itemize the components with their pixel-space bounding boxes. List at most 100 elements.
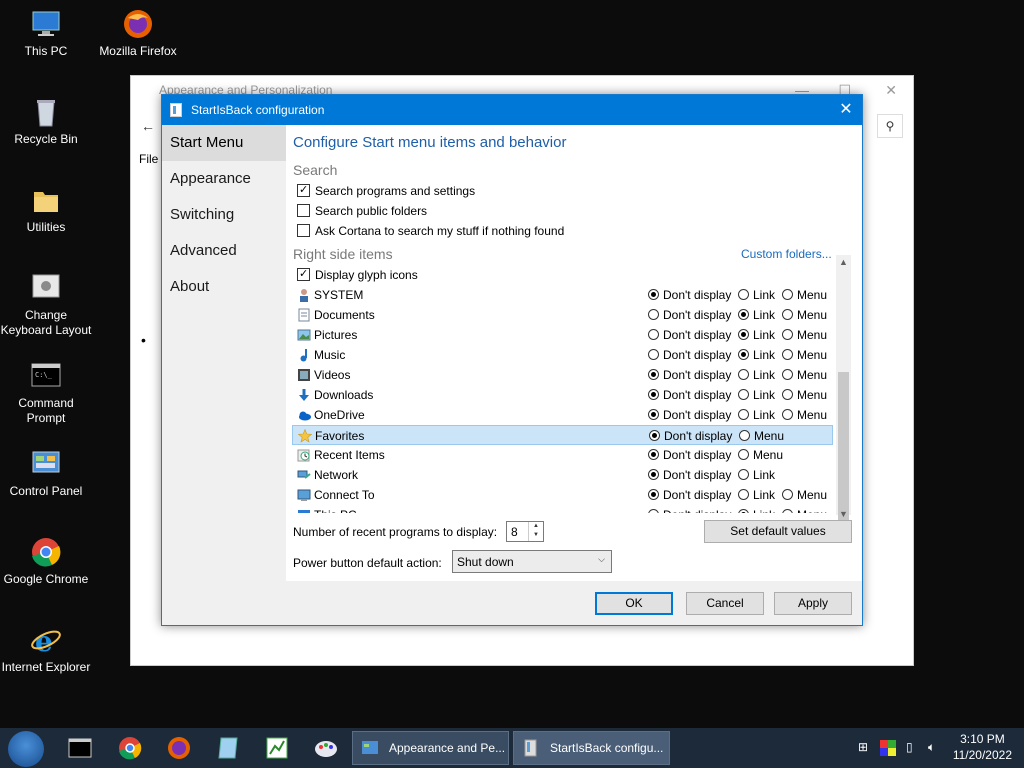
task-appearance[interactable]: Appearance and Pe... <box>352 731 509 765</box>
volume-muted-icon[interactable]: 🔈︎ <box>928 740 935 755</box>
radio-button[interactable] <box>648 489 659 500</box>
radio-button[interactable] <box>782 489 793 500</box>
chart-app-icon[interactable] <box>265 736 289 760</box>
nav-switching[interactable]: Switching <box>162 197 286 233</box>
close-button[interactable]: ✕ <box>830 95 862 125</box>
radio-button[interactable] <box>648 389 659 400</box>
checkbox[interactable] <box>297 204 310 217</box>
radio-button[interactable] <box>782 389 793 400</box>
radio-button[interactable] <box>648 469 659 480</box>
radio-button[interactable] <box>648 409 659 420</box>
list-item[interactable]: Downloads Don't display Link Menu <box>292 385 833 405</box>
radio-button[interactable] <box>738 409 749 420</box>
search-icon[interactable]: ⚲ <box>877 114 903 138</box>
ok-button[interactable]: OK <box>595 592 673 615</box>
radio-button[interactable] <box>738 469 749 480</box>
firefox-icon[interactable] <box>167 736 191 760</box>
desktop-icon-chrome[interactable]: Google Chrome <box>0 536 92 587</box>
desktop-icon-label: Mozilla Firefox <box>99 44 177 58</box>
radio-button[interactable] <box>648 369 659 380</box>
radio-button[interactable] <box>738 349 749 360</box>
list-item[interactable]: Pictures Don't display Link Menu <box>292 325 833 345</box>
radio-button[interactable] <box>648 329 659 340</box>
desktop-icon-utilities[interactable]: Utilities <box>0 184 92 235</box>
list-item[interactable]: Network Don't display Link <box>292 465 833 485</box>
back-arrow-icon[interactable]: ← <box>141 118 155 134</box>
radio-button[interactable] <box>648 309 659 320</box>
list-item[interactable]: OneDrive Don't display Link Menu <box>292 405 833 425</box>
task-startisback[interactable]: StartIsBack configu... <box>513 731 670 765</box>
checkbox[interactable] <box>297 182 310 198</box>
radio-button[interactable] <box>782 369 793 380</box>
radio-button[interactable] <box>782 349 793 360</box>
recent-programs-stepper[interactable]: 8 ▲ ▼ <box>506 521 544 542</box>
radio-button[interactable] <box>782 509 793 513</box>
radio-button[interactable] <box>738 489 749 500</box>
scrollbar-thumb[interactable] <box>838 372 849 522</box>
radio-button[interactable] <box>648 349 659 360</box>
radio-button[interactable] <box>649 430 660 441</box>
checkbox[interactable] <box>297 224 310 237</box>
paint-icon[interactable] <box>314 736 338 760</box>
nav-appearance[interactable]: Appearance <box>162 161 286 197</box>
start-button[interactable] <box>8 731 44 767</box>
checkbox[interactable] <box>297 266 310 282</box>
usb-tray-icon[interactable]: ▯ <box>906 740 913 754</box>
terminal-icon[interactable] <box>68 736 92 760</box>
close-icon[interactable]: ✕ <box>885 82 897 99</box>
desktop-icon-keyboard-layout[interactable]: Change Keyboard Layout <box>0 272 92 338</box>
radio-button[interactable] <box>738 369 749 380</box>
radio-button[interactable] <box>782 309 793 320</box>
cancel-button[interactable]: Cancel <box>686 592 764 615</box>
desktop-icon-this-pc[interactable]: This PC <box>0 8 92 59</box>
svg-text:e: e <box>35 625 53 656</box>
radio-button[interactable] <box>648 289 659 300</box>
color-tray-icon[interactable] <box>880 740 896 756</box>
list-item[interactable]: Music Don't display Link Menu <box>292 345 833 365</box>
power-action-select[interactable]: Shut down ⌵ <box>452 550 612 573</box>
stepper-arrows-icon[interactable]: ▲ ▼ <box>528 522 543 541</box>
chrome-icon[interactable] <box>118 736 142 760</box>
list-item[interactable]: Connect To Don't display Link Menu <box>292 485 833 505</box>
radio-button[interactable] <box>738 449 749 460</box>
radio-button[interactable] <box>738 289 749 300</box>
dialog-titlebar[interactable]: StartIsBack configuration ✕ <box>162 95 862 125</box>
system-clock[interactable]: 3:10 PM 11/20/2022 <box>953 731 1012 763</box>
list-item[interactable]: SYSTEM Don't display Link Menu <box>292 285 833 305</box>
desktop-icon-firefox[interactable]: Mozilla Firefox <box>92 8 184 59</box>
radio-button[interactable] <box>738 309 749 320</box>
radio-button[interactable] <box>738 329 749 340</box>
radio-button[interactable] <box>738 509 749 513</box>
radio-button[interactable] <box>738 389 749 400</box>
list-item-label: Documents <box>314 308 375 322</box>
radio-button[interactable] <box>782 289 793 300</box>
custom-folders-link[interactable]: Custom folders... <box>741 247 832 261</box>
list-item[interactable]: Documents Don't display Link Menu <box>292 305 833 325</box>
notepad-icon[interactable] <box>216 736 240 760</box>
apply-button[interactable]: Apply <box>774 592 852 615</box>
desktop-icon-command-prompt[interactable]: C:\_ Command Prompt <box>0 360 92 426</box>
startisback-dialog[interactable]: StartIsBack configuration ✕ Start Menu A… <box>161 94 863 626</box>
list-item[interactable]: Videos Don't display Link Menu <box>292 365 833 385</box>
nav-start-menu[interactable]: Start Menu <box>162 125 286 161</box>
radio-button[interactable] <box>648 449 659 460</box>
right-side-items-list[interactable]: SYSTEM Don't display Link Menu Documents Don'… <box>292 285 836 513</box>
list-item[interactable]: Recent Items Don't display Menu <box>292 445 833 465</box>
radio-button[interactable] <box>782 329 793 340</box>
radio-button[interactable] <box>739 430 750 441</box>
set-default-button[interactable]: Set default values <box>704 520 852 543</box>
radio-button[interactable] <box>648 509 659 513</box>
nav-about[interactable]: About <box>162 269 286 305</box>
menu-file[interactable]: File <box>139 152 158 166</box>
scroll-up-icon[interactable]: ▲ <box>836 257 851 267</box>
list-item[interactable]: Favorites Don't display Menu <box>292 425 833 445</box>
list-scrollbar[interactable]: ▲ ▼ <box>836 255 851 522</box>
list-item[interactable]: This PC Don't display Link Menu <box>292 505 833 513</box>
radio-button[interactable] <box>782 409 793 420</box>
scroll-down-icon[interactable]: ▼ <box>836 509 851 519</box>
nav-advanced[interactable]: Advanced <box>162 233 286 269</box>
desktop-icon-recycle-bin[interactable]: Recycle Bin <box>0 96 92 147</box>
desktop-icon-control-panel[interactable]: Control Panel <box>0 448 92 499</box>
desktop-icon-internet-explorer[interactable]: e Internet Explorer <box>0 624 92 675</box>
network-tray-icon[interactable]: ⊞ <box>858 740 868 754</box>
